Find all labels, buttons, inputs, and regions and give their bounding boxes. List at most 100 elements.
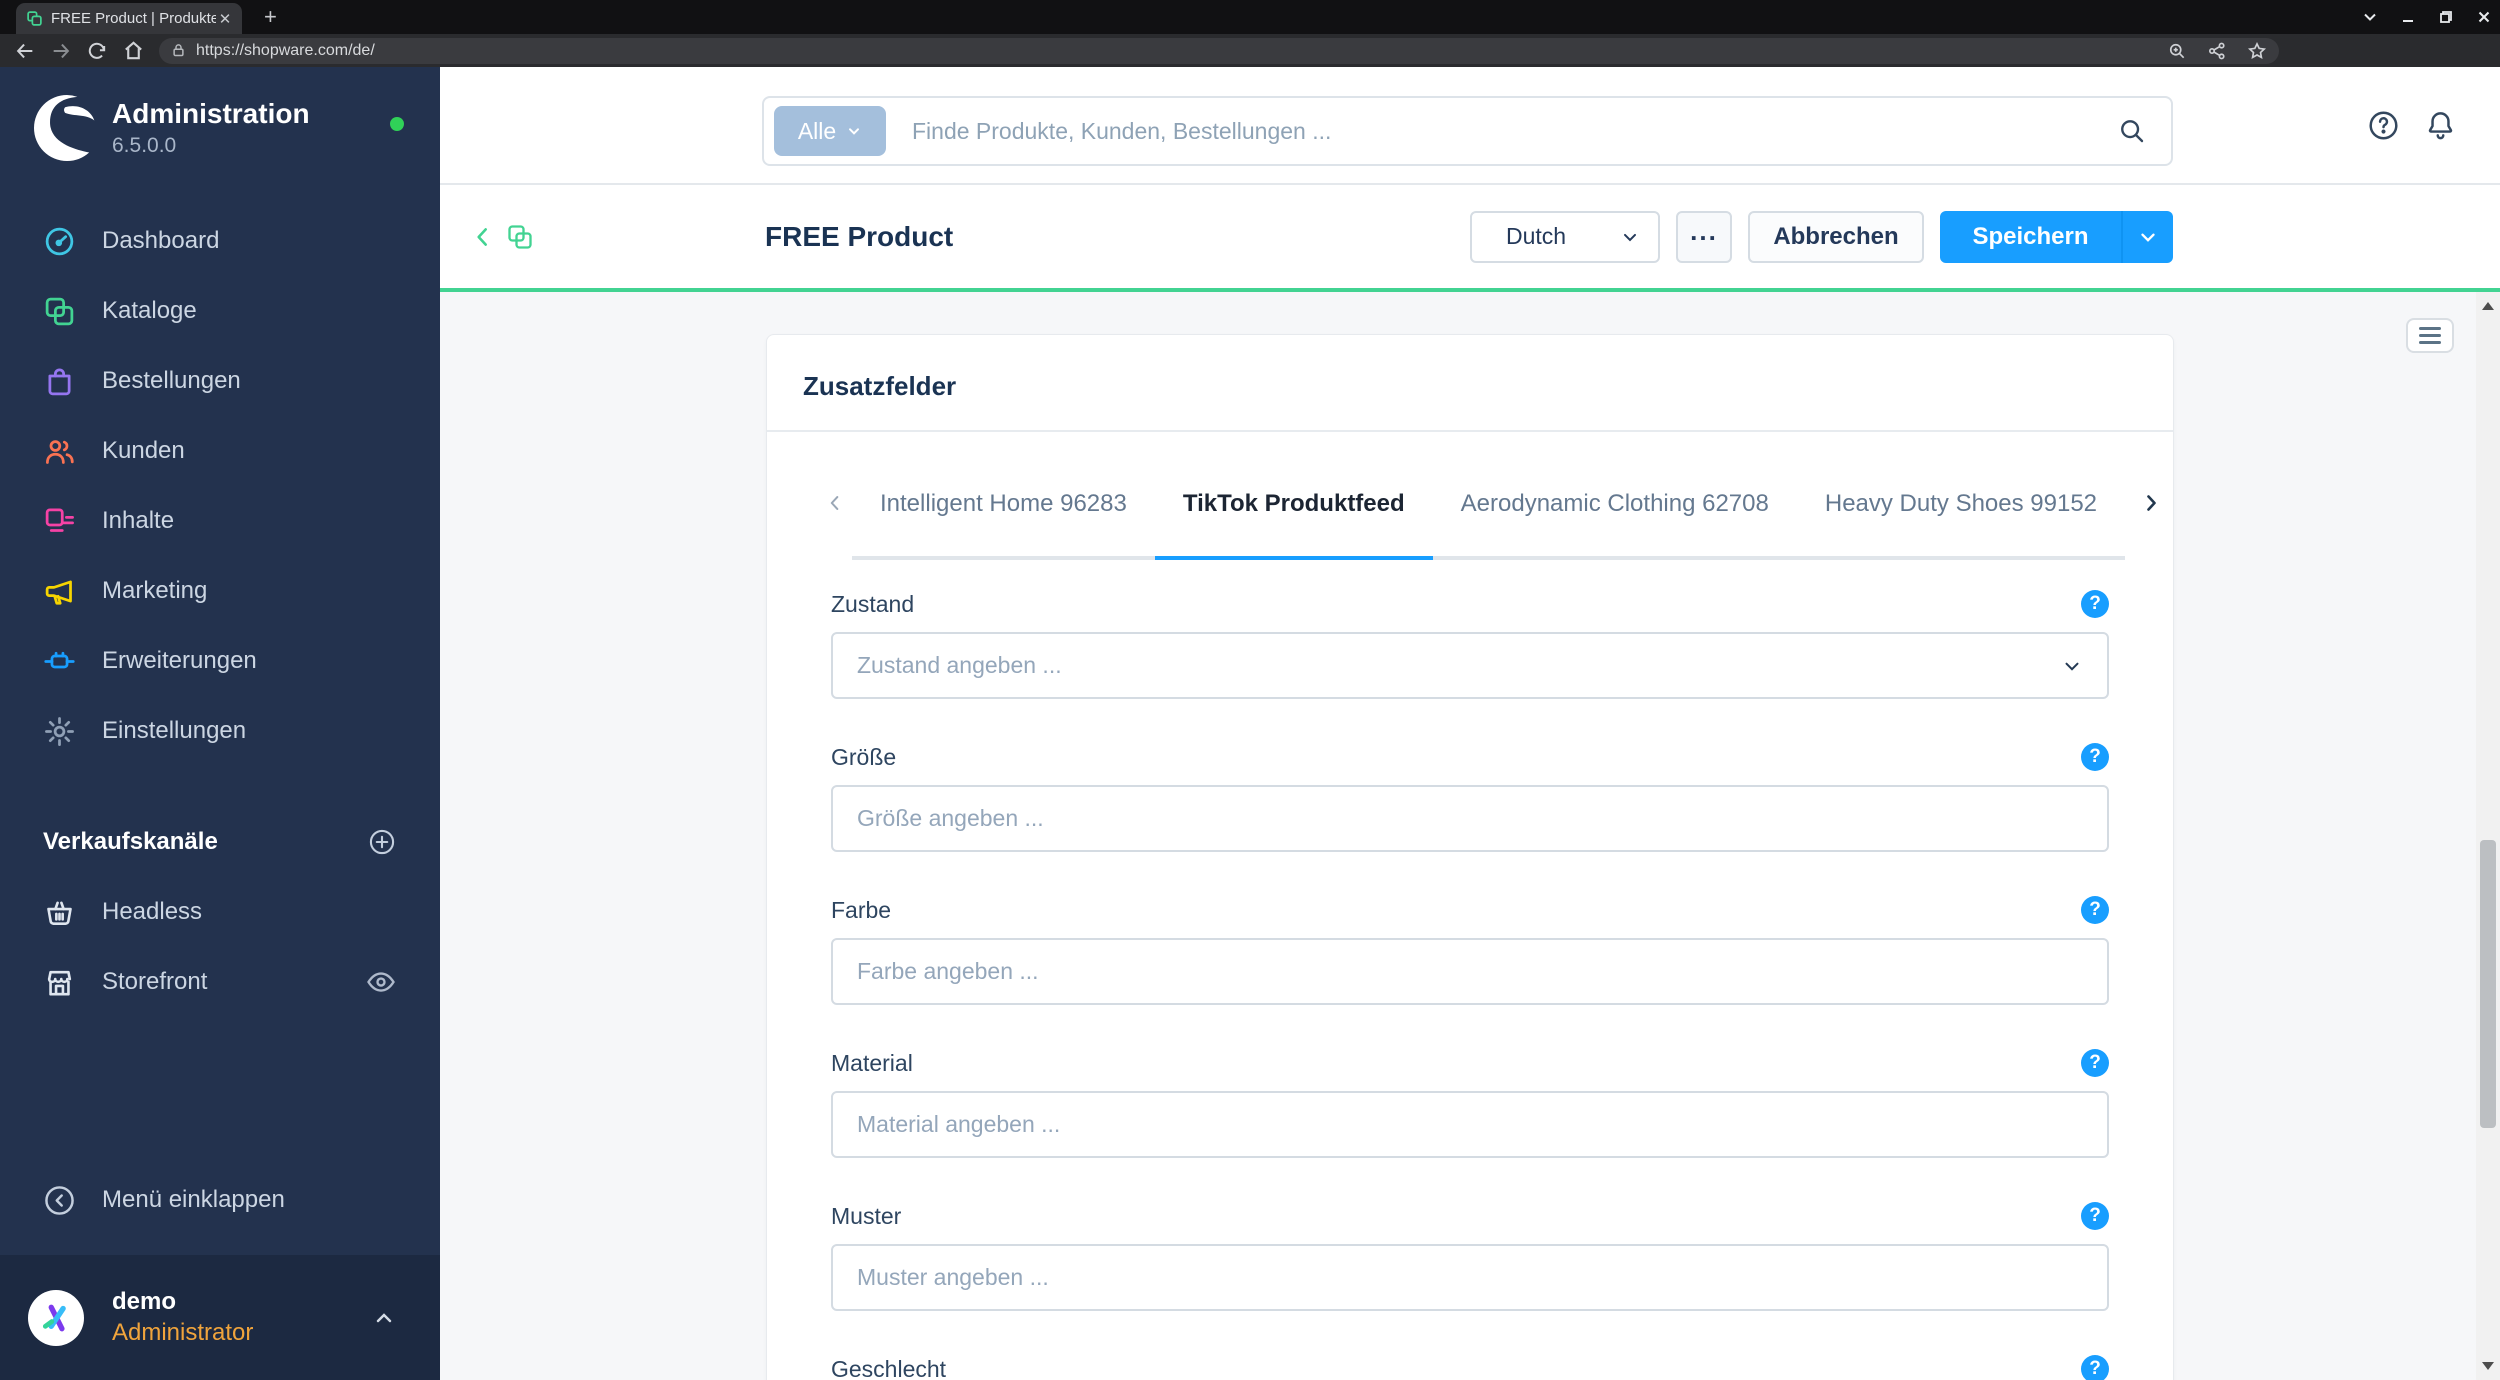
help-icon[interactable]: ? [2081,1355,2109,1380]
save-button[interactable]: Speichern [1940,210,2121,263]
more-actions-button[interactable]: ... [1676,210,1732,263]
back-chevron-icon[interactable] [470,224,496,250]
back-icon[interactable] [14,40,36,62]
farbe-input[interactable] [831,938,2109,1005]
new-tab-button[interactable]: + [264,4,277,34]
tab-intelligent-home[interactable]: Intelligent Home 96283 [852,432,1155,560]
sidebar-item-storefront[interactable]: Storefront [0,947,440,1017]
duplicate-icon[interactable] [506,223,534,251]
field-label: Material [831,1049,913,1076]
muster-input[interactable] [831,1244,2109,1311]
sidebar-item-erweiterungen[interactable]: Erweiterungen [0,626,440,696]
sidebar-item-einstellungen[interactable]: Einstellungen [0,696,440,766]
save-split-button: Speichern [1940,210,2173,263]
material-input[interactable] [831,1091,2109,1158]
select-placeholder: Zustand angeben ... [857,652,1062,678]
reload-icon[interactable] [86,40,108,62]
custom-fields-card: Zusatzfelder Intelligent Home 96283 TikT… [766,334,2174,1380]
groesse-input[interactable] [831,785,2109,852]
tabs-scroll-right-icon[interactable] [2139,491,2163,515]
help-icon[interactable]: ? [2081,743,2109,771]
sidebar-item-marketing[interactable]: Marketing [0,556,440,626]
sidebar-item-label: Dashboard [102,227,220,254]
sidebar-item-label: Inhalte [102,507,175,534]
collapse-menu-label: Menü einklappen [102,1186,285,1213]
field-farbe: Farbe ? [831,896,2109,1005]
add-sales-channel-icon[interactable] [368,828,396,856]
field-zustand: Zustand ? Zustand angeben ... [831,590,2109,699]
zoom-icon[interactable] [2167,41,2187,61]
help-icon[interactable]: ? [2081,1202,2109,1230]
sidebar-item-kataloge[interactable]: Kataloge [0,276,440,346]
custom-field-tabs: Intelligent Home 96283 TikTok Produktfee… [767,432,2173,560]
url-bar[interactable]: https://shopware.com/de/ [159,37,2279,64]
search-input[interactable] [912,117,2117,145]
scroll-down-arrow[interactable] [2476,1354,2500,1378]
browser-tab[interactable]: FREE Product | Produkte ✕ [16,3,242,34]
scroll-up-arrow[interactable] [2476,294,2500,318]
cancel-button[interactable]: Abbrechen [1748,210,1924,263]
language-select-value: Dutch [1506,223,1567,249]
sidebar-item-label: Marketing [102,577,208,604]
field-label: Muster [831,1202,902,1229]
help-circle-icon[interactable] [2367,109,2400,142]
eye-icon[interactable] [366,967,396,997]
help-icon[interactable]: ? [2081,896,2109,924]
field-material: Material ? [831,1049,2109,1158]
bookmark-star-icon[interactable] [2247,41,2267,61]
tab-close-icon[interactable]: ✕ [216,10,234,28]
help-icon[interactable]: ? [2081,590,2109,618]
tab-heavy-duty-shoes[interactable]: Heavy Duty Shoes 99152 [1797,432,2125,560]
collapse-menu-button[interactable]: Menü einklappen [0,1165,440,1235]
notifications-bell-icon[interactable] [2424,109,2457,142]
headless-basket-icon [47,901,72,925]
sidebar-item-label: Headless [102,898,203,925]
user-name: demo [112,1288,177,1315]
help-icon[interactable]: ? [2081,1049,2109,1077]
zustand-select[interactable]: Zustand angeben ... [831,632,2109,699]
search-scope-chip[interactable]: Alle [774,106,886,156]
save-options-button[interactable] [2121,210,2173,263]
tab-tiktok-produktfeed[interactable]: TikTok Produktfeed [1154,432,1433,560]
sidebar-item-bestellungen[interactable]: Bestellungen [0,346,440,416]
shopware-logo [34,95,95,161]
sidebar-item-headless[interactable]: Headless [0,877,440,947]
user-menu[interactable]: demo Administrator [0,1255,440,1380]
vertical-scrollbar[interactable] [2476,292,2500,1380]
dashboard-icon [45,227,74,255]
sidebar: Administration 6.5.0.0 Dashboard Katalog… [0,67,440,1380]
sidebar-item-dashboard[interactable]: Dashboard [0,206,440,276]
tabs-scroll-left-icon[interactable] [824,492,846,514]
settings-gear-icon [45,716,74,746]
sidebar-item-inhalte[interactable]: Inhalte [0,486,440,556]
minimize-icon[interactable] [2400,9,2416,25]
smart-bar: FREE Product Dutch ... Abbrechen Speiche… [440,185,2500,292]
home-icon[interactable] [122,39,145,62]
tab-aerodynamic-clothing[interactable]: Aerodynamic Clothing 62708 [1433,432,1797,560]
chevron-down-icon [2141,233,2155,242]
chevron-down-icon[interactable] [2362,9,2378,25]
forward-icon[interactable] [50,40,72,62]
scrollbar-thumb[interactable] [2480,840,2496,1128]
field-groesse: Größe ? [831,743,2109,852]
sidebar-item-label: Bestellungen [102,367,241,394]
status-dot [390,117,404,131]
share-icon[interactable] [2207,41,2227,61]
sidebar-item-kunden[interactable]: Kunden [0,416,440,486]
browser-chrome: FREE Product | Produkte ✕ + https://shop… [0,0,2500,67]
sidebar-item-label: Kataloge [102,297,197,324]
url-text: https://shopware.com/de/ [196,41,375,59]
restore-window-icon[interactable] [2438,9,2454,25]
sidebar-item-label: Erweiterungen [102,647,257,674]
sidebar-item-label: Einstellungen [102,717,247,744]
global-search[interactable]: Alle [762,96,2173,166]
close-window-icon[interactable] [2476,9,2492,25]
language-select[interactable]: Dutch [1470,210,1660,263]
customers-icon [46,439,74,464]
search-icon[interactable] [2117,116,2147,146]
avatar [28,1289,84,1346]
field-label: Zustand [831,590,915,617]
chevron-down-icon [1624,233,1636,241]
browser-tab-strip: FREE Product | Produkte ✕ + [0,0,2500,34]
card-context-menu-button[interactable] [2406,318,2454,353]
